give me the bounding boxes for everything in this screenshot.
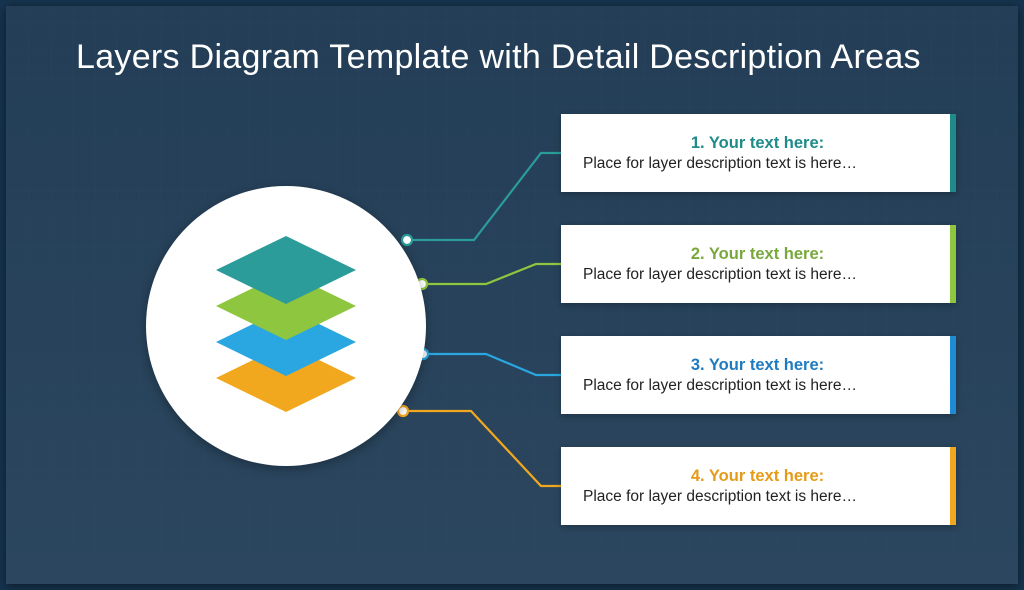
page-title: Layers Diagram Template with Detail Desc…: [76, 38, 921, 77]
layer-card-4: 4. Your text here: Place for layer descr…: [561, 447, 956, 525]
layer-card-desc: Place for layer description text is here…: [583, 155, 932, 173]
layer-card-title: 4. Your text here:: [583, 467, 932, 486]
layer-card-title: 1. Your text here:: [583, 134, 932, 153]
layer-card-desc: Place for layer description text is here…: [583, 266, 932, 284]
stacked-layers-icon: [206, 226, 366, 426]
layer-card-3: 3. Your text here: Place for layer descr…: [561, 336, 956, 414]
layer-card-desc: Place for layer description text is here…: [583, 488, 932, 506]
slide: Layers Diagram Template with Detail Desc…: [6, 6, 1018, 584]
layers-icon-circle: [146, 186, 426, 466]
layer-card-title: 2. Your text here:: [583, 245, 932, 264]
layer-card-2: 2. Your text here: Place for layer descr…: [561, 225, 956, 303]
layer-card-title: 3. Your text here:: [583, 356, 932, 375]
layer-card-1: 1. Your text here: Place for layer descr…: [561, 114, 956, 192]
layer-card-desc: Place for layer description text is here…: [583, 377, 932, 395]
